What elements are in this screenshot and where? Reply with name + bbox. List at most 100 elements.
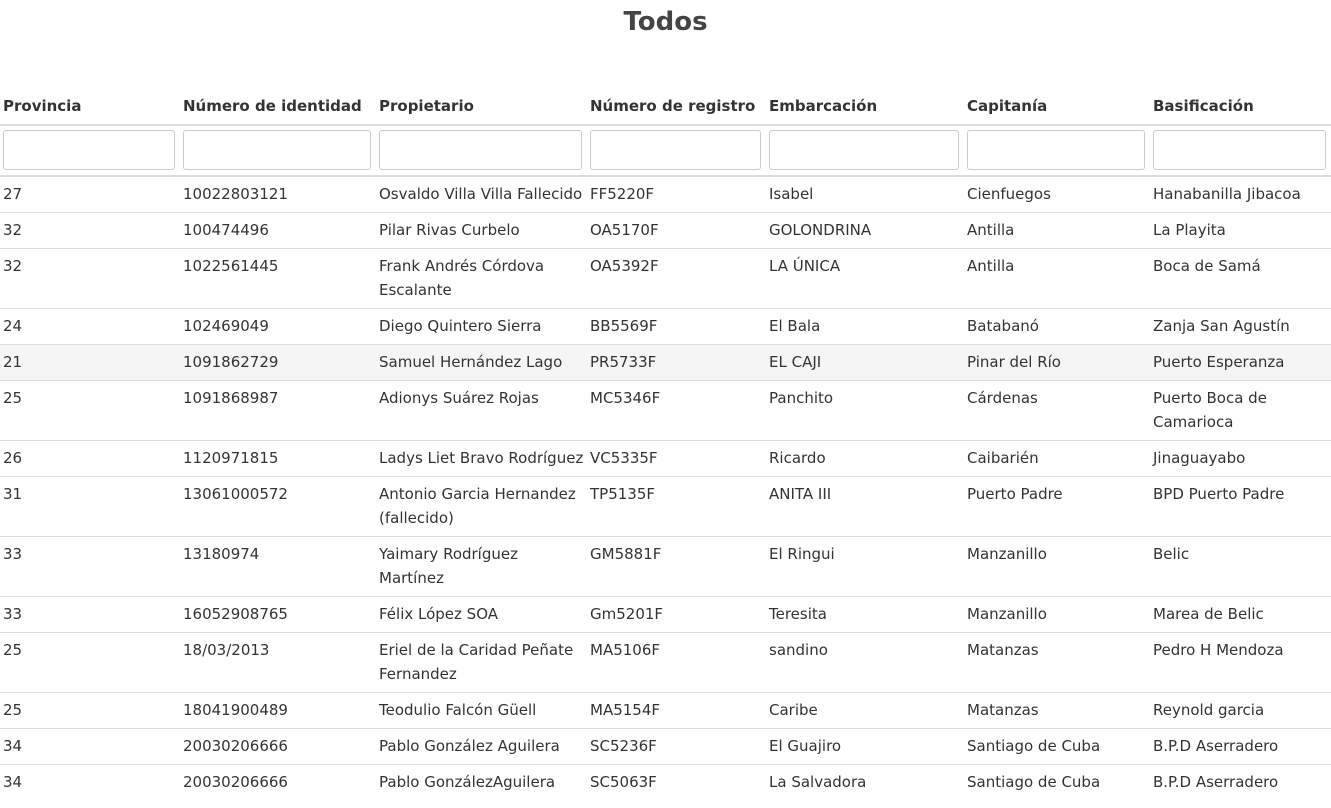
cell-embarcacion: La Salvadora — [766, 764, 964, 800]
records-table: Provincia Número de identidad Propietari… — [0, 88, 1331, 800]
filter-input-embarcacion[interactable] — [769, 130, 959, 170]
table-row[interactable]: 26 1120971815 Ladys Liet Bravo Rodríguez VC… — [0, 440, 1331, 477]
cell-basificacion: Boca de Samá — [1150, 248, 1331, 309]
cell-numero-identidad: 1120971815 — [180, 440, 376, 477]
table-row[interactable]: 27 10022803121 Osvaldo Villa Villa Falleci… — [0, 175, 1331, 213]
cell-numero-registro: GM5881F — [587, 536, 766, 597]
cell-propietario: Frank Andrés Córdova Escalante — [376, 248, 587, 309]
cell-capitania: Puerto Padre — [964, 476, 1150, 537]
table-row[interactable]: 31 13061000572 Antonio Garcia Hernandez (f… — [0, 476, 1331, 537]
column-header-propietario[interactable]: Propietario — [376, 88, 587, 126]
table-row[interactable]: 21 1091862729 Samuel Hernández Lago PR5733F… — [0, 344, 1331, 381]
filter-cell — [1150, 125, 1331, 177]
table-row[interactable]: 25 18/03/2013 Eriel de la Caridad Peñate F… — [0, 632, 1331, 693]
table-row[interactable]: 25 1091868987 Adionys Suárez Rojas MC5346F P… — [0, 380, 1331, 441]
filter-cell — [180, 125, 376, 177]
cell-numero-identidad: 13180974 — [180, 536, 376, 597]
filter-input-numero-identidad[interactable] — [183, 130, 371, 170]
cell-numero-registro: MA5106F — [587, 632, 766, 693]
cell-capitania: Cárdenas — [964, 380, 1150, 441]
cell-embarcacion: EL CAJI — [766, 344, 964, 381]
cell-provincia: 26 — [0, 440, 180, 477]
cell-numero-registro: OA5392F — [587, 248, 766, 309]
filter-cell — [0, 125, 180, 177]
cell-provincia: 32 — [0, 248, 180, 309]
cell-embarcacion: Panchito — [766, 380, 964, 441]
table-row[interactable]: 33 13180974 Yaimary Rodríguez Martínez GM58… — [0, 536, 1331, 597]
filter-input-propietario[interactable] — [379, 130, 582, 170]
filter-input-capitania[interactable] — [967, 130, 1145, 170]
cell-numero-registro: Gm5201F — [587, 596, 766, 633]
cell-propietario: Eriel de la Caridad Peñate Fernandez — [376, 632, 587, 693]
cell-numero-identidad: 10022803121 — [180, 175, 376, 213]
cell-numero-registro: OA5170F — [587, 212, 766, 249]
filter-input-numero-registro[interactable] — [590, 130, 761, 170]
cell-numero-identidad: 20030206666 — [180, 728, 376, 765]
cell-capitania: Cienfuegos — [964, 175, 1150, 213]
cell-provincia: 34 — [0, 728, 180, 765]
column-header-basificacion[interactable]: Basificación — [1150, 88, 1331, 126]
cell-embarcacion: Caribe — [766, 692, 964, 729]
filter-input-provincia[interactable] — [3, 130, 175, 170]
cell-basificacion: B.P.D Aserradero — [1150, 728, 1331, 765]
cell-propietario: Félix López SOA — [376, 596, 587, 633]
table-row[interactable]: 32 1022561445 Frank Andrés Córdova Escalan… — [0, 248, 1331, 309]
column-header-capitania[interactable]: Capitanía — [964, 88, 1150, 126]
cell-capitania: Caibarién — [964, 440, 1150, 477]
cell-numero-identidad: 18/03/2013 — [180, 632, 376, 693]
cell-embarcacion: Teresita — [766, 596, 964, 633]
cell-basificacion: Jinaguayabo — [1150, 440, 1331, 477]
table-row[interactable]: 32 100474496 Pilar Rivas Curbelo OA5170F GOL… — [0, 212, 1331, 249]
column-header-provincia[interactable]: Provincia — [0, 88, 180, 126]
cell-embarcacion: ANITA III — [766, 476, 964, 537]
cell-basificacion: La Playita — [1150, 212, 1331, 249]
table-row[interactable]: 33 16052908765 Félix López SOA Gm5201F Teres… — [0, 596, 1331, 633]
cell-basificacion: Zanja San Agustín — [1150, 308, 1331, 345]
cell-propietario: Teodulio Falcón Güell — [376, 692, 587, 729]
cell-basificacion: Puerto Esperanza — [1150, 344, 1331, 381]
cell-provincia: 33 — [0, 536, 180, 597]
cell-numero-registro: SC5236F — [587, 728, 766, 765]
cell-embarcacion: LA ÚNICA — [766, 248, 964, 309]
cell-propietario: Yaimary Rodríguez Martínez — [376, 536, 587, 597]
cell-propietario: Pilar Rivas Curbelo — [376, 212, 587, 249]
cell-numero-identidad: 100474496 — [180, 212, 376, 249]
column-header-numero-identidad[interactable]: Número de identidad — [180, 88, 376, 126]
cell-provincia: 25 — [0, 380, 180, 441]
cell-propietario: Antonio Garcia Hernandez (fallecido) — [376, 476, 587, 537]
cell-numero-identidad: 18041900489 — [180, 692, 376, 729]
cell-numero-identidad: 20030206666 — [180, 764, 376, 800]
cell-basificacion: Reynold garcia — [1150, 692, 1331, 729]
cell-basificacion: B.P.D Aserradero — [1150, 764, 1331, 800]
cell-numero-registro: BB5569F — [587, 308, 766, 345]
cell-embarcacion: Isabel — [766, 175, 964, 213]
filter-cell — [964, 125, 1150, 177]
cell-embarcacion: sandino — [766, 632, 964, 693]
cell-propietario: Diego Quintero Sierra — [376, 308, 587, 345]
cell-provincia: 32 — [0, 212, 180, 249]
cell-numero-identidad: 13061000572 — [180, 476, 376, 537]
cell-capitania: Santiago de Cuba — [964, 728, 1150, 765]
cell-embarcacion: GOLONDRINA — [766, 212, 964, 249]
table-row[interactable]: 34 20030206666 Pablo González Aguilera SC52… — [0, 728, 1331, 765]
cell-numero-identidad: 1091862729 — [180, 344, 376, 381]
cell-basificacion: Puerto Boca de Camarioca — [1150, 380, 1331, 441]
table-row[interactable]: 25 18041900489 Teodulio Falcón Güell MA5154… — [0, 692, 1331, 729]
column-header-embarcacion[interactable]: Embarcación — [766, 88, 964, 126]
cell-embarcacion: El Guajiro — [766, 728, 964, 765]
cell-propietario: Osvaldo Villa Villa Fallecido — [376, 175, 587, 213]
column-header-numero-registro[interactable]: Número de registro — [587, 88, 766, 126]
table-row[interactable]: 24 102469049 Diego Quintero Sierra BB5569F E… — [0, 308, 1331, 345]
cell-propietario: Samuel Hernández Lago — [376, 344, 587, 381]
cell-basificacion: Hanabanilla Jibacoa — [1150, 175, 1331, 213]
cell-provincia: 24 — [0, 308, 180, 345]
filter-row — [0, 125, 1331, 177]
cell-basificacion: Belic — [1150, 536, 1331, 597]
cell-numero-registro: FF5220F — [587, 175, 766, 213]
cell-provincia: 33 — [0, 596, 180, 633]
filter-input-basificacion[interactable] — [1153, 130, 1326, 170]
cell-basificacion: BPD Puerto Padre — [1150, 476, 1331, 537]
table-row[interactable]: 34 20030206666 Pablo GonzálezAguilera SC506… — [0, 764, 1331, 800]
cell-propietario: Adionys Suárez Rojas — [376, 380, 587, 441]
cell-numero-registro: TP5135F — [587, 476, 766, 537]
